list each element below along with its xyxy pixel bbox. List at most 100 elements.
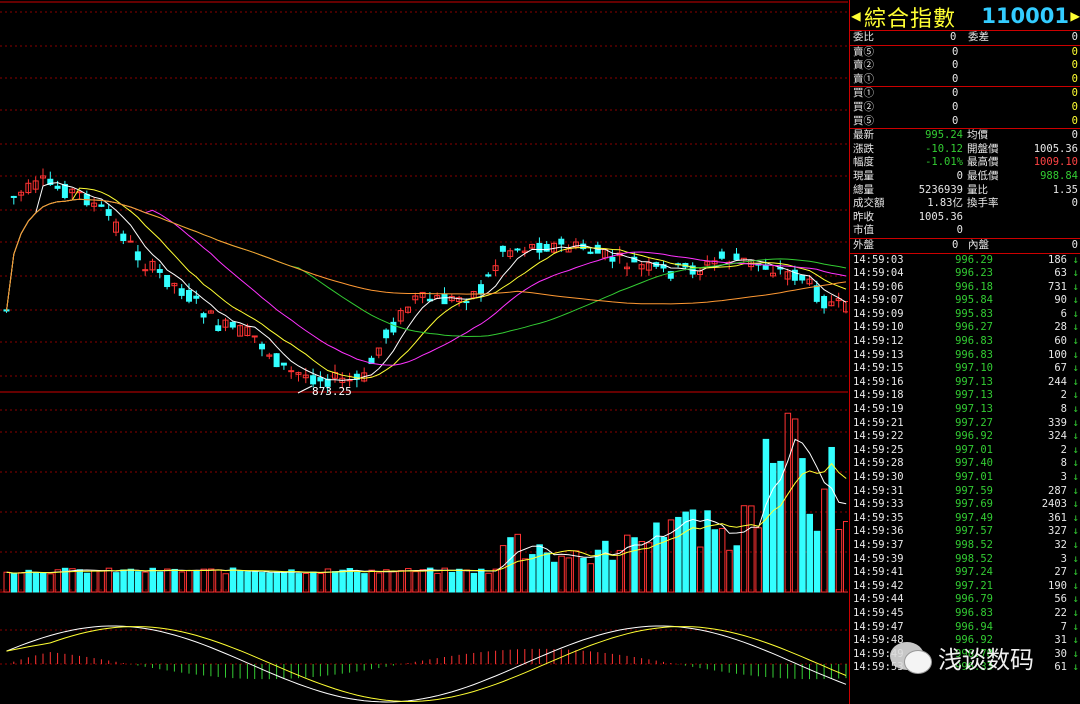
volume-bar bbox=[251, 571, 259, 593]
bid-price: 0 bbox=[952, 100, 959, 113]
tick-row[interactable]: 14:59:31 997.59 287 ↓ bbox=[850, 485, 1080, 499]
tick-row[interactable]: 14:59:35 997.49 361 ↓ bbox=[850, 512, 1080, 526]
volume-bar bbox=[47, 573, 54, 593]
tick-volume: 287 bbox=[1048, 484, 1067, 497]
volume-bar bbox=[565, 557, 573, 593]
outer-label: 外盤 bbox=[853, 238, 874, 251]
tick-row[interactable]: 14:59:06 996.18 731 ↓ bbox=[850, 281, 1080, 295]
tick-row[interactable]: 14:59:19 997.13 8 ↓ bbox=[850, 403, 1080, 417]
tick-row[interactable]: 14:59:41 997.24 27 ↓ bbox=[850, 566, 1080, 580]
volume-bar bbox=[127, 568, 135, 593]
volume-bar bbox=[784, 412, 792, 593]
tick-direction-icon: ↓ bbox=[1072, 430, 1079, 443]
tick-row[interactable]: 14:59:13 996.83 100 ↓ bbox=[850, 349, 1080, 363]
volume-bar bbox=[667, 519, 675, 593]
volume-bar bbox=[273, 571, 281, 593]
quote-value: -1.01% bbox=[925, 156, 963, 169]
tick-row[interactable]: 14:59:36 997.57 327 ↓ bbox=[850, 525, 1080, 539]
tick-direction-icon: ↓ bbox=[1072, 457, 1079, 470]
inner-label: 內盤 bbox=[968, 238, 989, 251]
volume-bar bbox=[346, 568, 354, 593]
volume-bar bbox=[456, 568, 463, 593]
tick-row[interactable]: 14:59:37 998.52 32 ↓ bbox=[850, 539, 1080, 553]
ma10-line bbox=[6, 187, 847, 379]
tick-volume: 3 bbox=[1060, 552, 1067, 565]
quote-row: 總量 5236939 量比 1.35 bbox=[850, 184, 1080, 198]
tick-direction-icon: ↓ bbox=[1072, 498, 1079, 511]
volume-bar bbox=[397, 570, 405, 593]
tick-volume: 244 bbox=[1048, 375, 1067, 388]
volume-bar bbox=[718, 528, 726, 593]
candle-body bbox=[127, 240, 134, 243]
outer-inner-row: 外盤 0 內盤 0 bbox=[850, 239, 1080, 254]
tick-volume: 190 bbox=[1048, 579, 1067, 592]
kline-chart-area[interactable]: 873.25 bbox=[0, 0, 848, 704]
tick-row[interactable]: 14:59:07 995.84 90 ↓ bbox=[850, 294, 1080, 308]
candle-body bbox=[609, 256, 616, 262]
tick-row[interactable]: 14:59:21 997.27 339 ↓ bbox=[850, 417, 1080, 431]
volume-bar bbox=[280, 571, 288, 593]
volume-bar bbox=[726, 549, 733, 593]
tick-row[interactable]: 14:59:45 996.83 22 ↓ bbox=[850, 607, 1080, 621]
tick-row[interactable]: 14:59:30 997.01 3 ↓ bbox=[850, 471, 1080, 485]
tick-row[interactable]: 14:59:04 996.23 63 ↓ bbox=[850, 267, 1080, 281]
prev-arrow-icon[interactable]: ◀ bbox=[851, 6, 861, 25]
bid-row: 買② 0 0 bbox=[850, 101, 1080, 115]
tick-row[interactable]: 14:59:15 997.10 67 ↓ bbox=[850, 362, 1080, 376]
tick-row[interactable]: 14:59:44 996.79 56 ↓ bbox=[850, 593, 1080, 607]
tick-volume: 100 bbox=[1048, 348, 1067, 361]
volume-bar bbox=[426, 567, 434, 593]
candle-body bbox=[441, 293, 448, 305]
commission-row: 委比 0 委差 0 bbox=[850, 31, 1080, 46]
tick-row[interactable]: 14:59:33 997.69 2403 ↓ bbox=[850, 498, 1080, 512]
candle-body bbox=[273, 353, 280, 368]
tick-price: 996.83 bbox=[955, 335, 993, 348]
bid-label: 買⑤ bbox=[853, 114, 874, 127]
volume-bar bbox=[142, 571, 149, 593]
volume-bar bbox=[529, 554, 536, 593]
ask-row: 賣⑤ 0 0 bbox=[850, 46, 1080, 60]
candle-body bbox=[390, 321, 397, 333]
tick-volume: 361 bbox=[1048, 511, 1067, 524]
quote-value: 988.84 bbox=[1040, 169, 1078, 182]
tick-row[interactable]: 14:59:39 998.52 3 ↓ bbox=[850, 553, 1080, 567]
tick-volume: 22 bbox=[1054, 606, 1067, 619]
tick-row[interactable]: 14:59:42 997.21 190 ↓ bbox=[850, 580, 1080, 594]
tick-volume: 8 bbox=[1060, 457, 1067, 470]
quote-row: 市值 0 bbox=[850, 224, 1080, 238]
tick-row[interactable]: 14:59:28 997.40 8 ↓ bbox=[850, 457, 1080, 471]
volume-bar bbox=[821, 488, 828, 593]
candle-body bbox=[821, 295, 828, 309]
candle-body bbox=[485, 274, 492, 277]
tick-price: 996.23 bbox=[955, 267, 993, 280]
volume-bar bbox=[521, 558, 529, 593]
candle-body bbox=[558, 238, 565, 245]
tick-row[interactable]: 14:59:18 997.13 2 ↓ bbox=[850, 389, 1080, 403]
candle-body bbox=[156, 269, 163, 273]
tick-row[interactable]: 14:59:03 996.29 186 ↓ bbox=[850, 254, 1080, 268]
tick-price: 997.13 bbox=[955, 403, 993, 416]
bid-row: 買⑤ 0 0 bbox=[850, 115, 1080, 129]
tick-row[interactable]: 14:59:22 996.92 324 ↓ bbox=[850, 430, 1080, 444]
tick-direction-icon: ↓ bbox=[1072, 620, 1079, 633]
tick-direction-icon: ↓ bbox=[1072, 443, 1079, 456]
tick-row[interactable]: 14:59:47 996.94 7 ↓ bbox=[850, 621, 1080, 635]
tick-row[interactable]: 14:59:25 997.01 2 ↓ bbox=[850, 444, 1080, 458]
tick-row[interactable]: 14:59:10 996.27 28 ↓ bbox=[850, 321, 1080, 335]
tick-list[interactable]: 14:59:03 996.29 186 ↓ 14:59:04 996.23 63 ↓ 14:59… bbox=[850, 254, 1080, 675]
tick-volume: 327 bbox=[1048, 525, 1067, 538]
candle-body bbox=[134, 251, 141, 261]
volume-bar bbox=[777, 460, 784, 593]
tick-price: 997.57 bbox=[955, 525, 993, 538]
next-arrow-icon[interactable]: ▶ bbox=[1070, 6, 1080, 25]
volume-bar bbox=[368, 569, 375, 593]
ask-row: 賣② 0 0 bbox=[850, 59, 1080, 73]
quote-row: 昨收 1005.36 bbox=[850, 211, 1080, 225]
tick-row[interactable]: 14:59:12 996.83 60 ↓ bbox=[850, 335, 1080, 349]
tick-time: 14:59:06 bbox=[853, 280, 904, 293]
tick-row[interactable]: 14:59:16 997.13 244 ↓ bbox=[850, 376, 1080, 390]
tick-volume: 56 bbox=[1054, 593, 1067, 606]
kline-chart[interactable]: 873.25 bbox=[0, 0, 848, 704]
tick-row[interactable]: 14:59:09 995.83 6 ↓ bbox=[850, 308, 1080, 322]
quote-value: 1.83亿 bbox=[927, 197, 963, 210]
